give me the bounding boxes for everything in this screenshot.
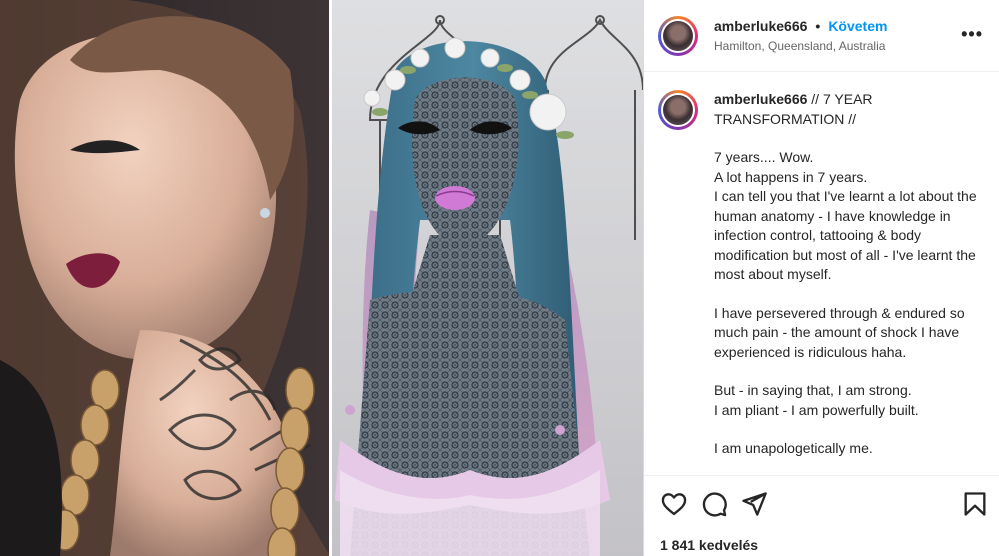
caption-avatar-photo [661,93,695,127]
comment-icon[interactable] [700,490,728,518]
post-location[interactable]: Hamilton, Queensland, Australia [714,39,887,53]
more-options-icon[interactable]: ••• [961,24,983,45]
caption-line: But - in saying that, I am strong. [714,382,912,398]
author-username[interactable]: amberluke666 [714,18,807,34]
separator-dot: • [815,18,821,34]
post-image[interactable] [0,0,643,556]
caption-username[interactable]: amberluke666 [714,91,807,107]
avatar-photo [661,18,695,53]
likes-count[interactable]: 1 841 kedvelés [660,537,758,553]
caption-line: I have persevered through & endured so m… [714,304,965,360]
caption: amberluke666 // 7 YEAR TRANSFORMATION //… [644,72,999,459]
before-after-photo [0,0,643,556]
post-sidebar: amberluke666 • Követem Hamilton, Queensl… [643,0,999,556]
avatar[interactable] [658,15,698,56]
heart-icon[interactable] [660,490,688,518]
follow-button[interactable]: Követem [828,18,887,34]
post-header: amberluke666 • Követem Hamilton, Queensl… [644,0,999,72]
caption-avatar[interactable] [658,90,698,130]
action-bar [644,475,999,532]
caption-title-line: amberluke666 // 7 YEAR TRANSFORMATION // [714,90,985,129]
caption-line: I can tell you that I've learnt a lot ab… [714,188,977,282]
header-text: amberluke666 • Követem Hamilton, Queensl… [714,18,887,53]
send-icon[interactable] [740,490,768,518]
caption-line: I am unapologetically me. [714,440,873,456]
bookmark-icon[interactable] [961,490,989,518]
caption-line: 7 years.... Wow. [714,149,814,165]
instagram-post: amberluke666 • Követem Hamilton, Queensl… [0,0,999,556]
header-user-line: amberluke666 • Követem [714,18,887,34]
caption-body: amberluke666 // 7 YEAR TRANSFORMATION //… [714,90,985,459]
caption-line: I am pliant - I am powerfully built. [714,401,919,418]
image-divider [329,0,332,556]
caption-line: A lot happens in 7 years. [714,168,868,185]
